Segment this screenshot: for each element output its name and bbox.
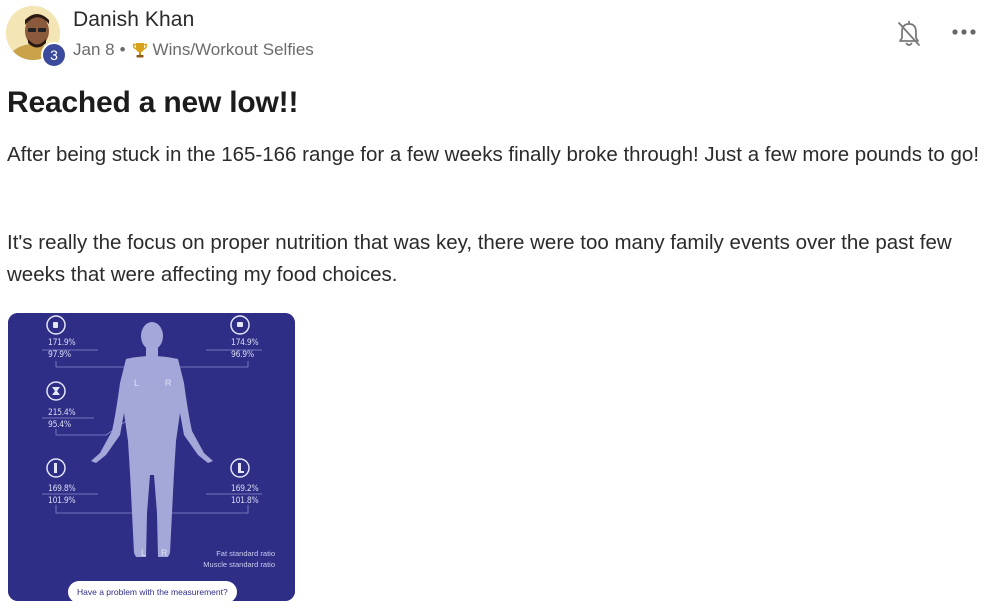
legend-muscle: Muscle standard ratio <box>203 560 275 569</box>
post-paragraph-1: After being stuck in the 165-166 range f… <box>7 143 980 166</box>
upper-right-label: R <box>165 378 172 388</box>
post-title: Reached a new low!! <box>7 86 299 119</box>
right-arm-fat: 174.9% <box>231 338 259 348</box>
meta-separator: • <box>119 40 126 59</box>
bell-off-icon[interactable] <box>896 20 922 48</box>
right-leg-stats: 169.2% 101.8% <box>231 483 259 507</box>
post-paragraph-2: It's really the focus on proper nutritio… <box>7 231 952 286</box>
right-arm-muscle: 96.9% <box>231 350 254 360</box>
report-measurement-button[interactable]: Have a problem with the measurement? <box>68 581 237 601</box>
author-name[interactable]: Danish Khan <box>73 8 194 32</box>
upper-left-label: L <box>134 378 140 388</box>
lower-right-label: R <box>161 548 168 558</box>
right-leg-muscle: 101.8% <box>231 496 259 506</box>
left-leg-fat: 169.8% <box>48 484 76 494</box>
post-header: 3 Danish Khan Jan 8 • Wins/Workout Selfi… <box>0 0 1000 70</box>
post-category[interactable]: Wins/Workout Selfies <box>153 40 314 60</box>
left-arm-muscle: 97.9% <box>48 350 71 360</box>
left-arm-stats: 171.9% 97.9% <box>48 337 76 361</box>
trunk-muscle: 95.4% <box>48 420 71 430</box>
post-date[interactable]: Jan 8 <box>73 40 115 60</box>
avatar-container[interactable]: 3 <box>6 6 67 68</box>
left-arm-fat: 171.9% <box>48 338 76 348</box>
right-leg-fat: 169.2% <box>231 484 259 494</box>
ratio-legend: Fat standard ratio Muscle standard ratio <box>203 548 275 570</box>
level-badge: 3 <box>41 42 67 68</box>
trophy-icon <box>132 43 147 58</box>
more-horizontal-icon[interactable] <box>950 24 978 40</box>
legend-fat: Fat standard ratio <box>216 549 275 558</box>
trunk-stats: 215.4% 95.4% <box>48 407 76 431</box>
left-leg-stats: 169.8% 101.9% <box>48 483 76 507</box>
body-composition-image[interactable]: 171.9% 97.9% 174.9% 96.9% 215.4% 95.4% 1… <box>8 313 295 601</box>
lower-left-label: L <box>141 548 147 558</box>
post-meta: Jan 8 • Wins/Workout Selfies <box>73 40 314 60</box>
trunk-fat: 215.4% <box>48 408 76 418</box>
right-arm-stats: 174.9% 96.9% <box>231 337 259 361</box>
left-leg-muscle: 101.9% <box>48 496 76 506</box>
